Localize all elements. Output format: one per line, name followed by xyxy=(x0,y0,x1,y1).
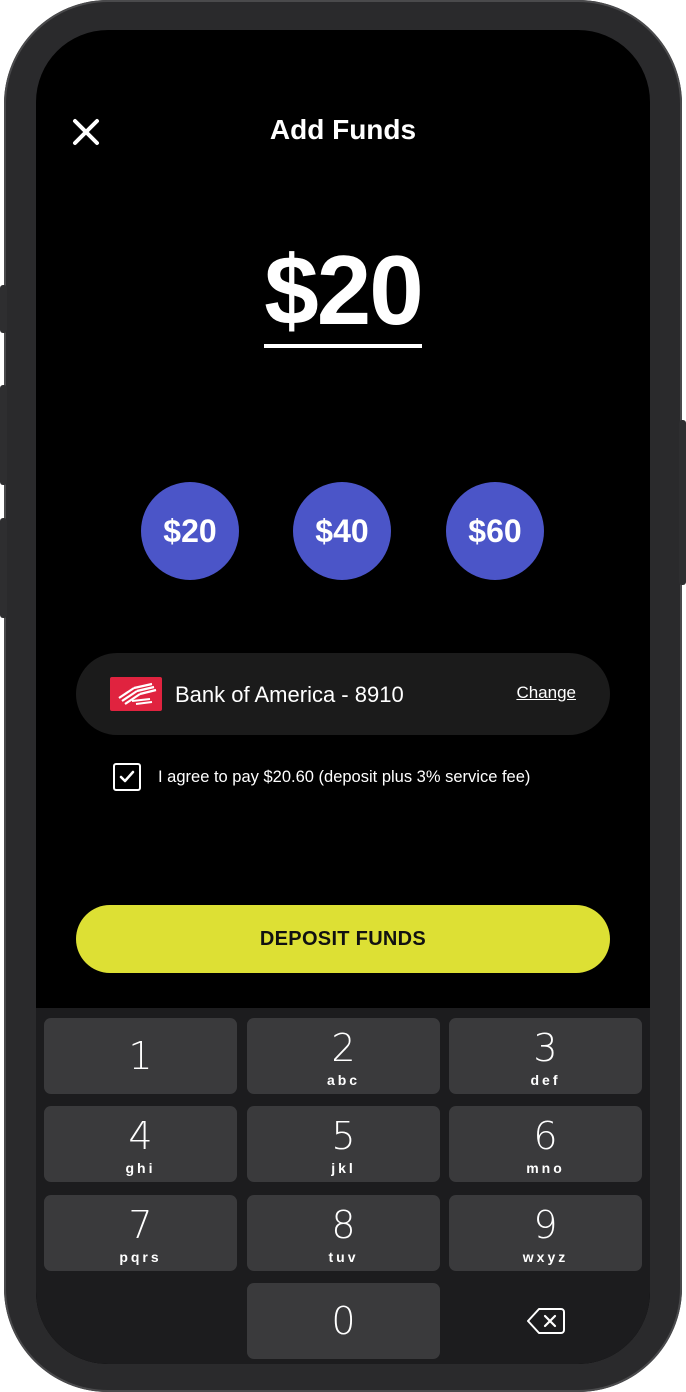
amount-display[interactable]: $20 xyxy=(36,241,650,348)
key-5[interactable]: 5 jkl xyxy=(247,1106,440,1182)
key-letters: def xyxy=(530,1072,561,1088)
preset-button-60[interactable]: $60 xyxy=(446,482,544,580)
key-letters: jkl xyxy=(331,1160,356,1176)
key-number: 1 xyxy=(128,1034,153,1078)
bank-of-america-logo xyxy=(110,677,162,711)
key-4[interactable]: 4 ghi xyxy=(44,1106,237,1182)
key-9[interactable]: 9 wxyz xyxy=(449,1195,642,1271)
key-number: 3 xyxy=(533,1026,558,1070)
key-number: 0 xyxy=(331,1299,356,1343)
page-title: Add Funds xyxy=(269,114,417,145)
preset-button-20[interactable]: $20 xyxy=(141,482,239,580)
key-number: 2 xyxy=(331,1026,356,1070)
app-screen: Add Funds $20 $20 $40 $60 Bank of Americ… xyxy=(36,30,650,1364)
checkmark-icon xyxy=(119,770,135,783)
agreement-text: I agree to pay $20.60 (deposit plus 3% s… xyxy=(158,768,531,786)
payment-method-row[interactable]: Bank of America - 8910 Change xyxy=(76,653,610,735)
delete-key[interactable] xyxy=(449,1283,642,1359)
key-number: 8 xyxy=(331,1203,356,1247)
side-button xyxy=(0,518,7,618)
key-letters: wxyz xyxy=(522,1249,569,1265)
key-8[interactable]: 8 tuv xyxy=(247,1195,440,1271)
key-letters: abc xyxy=(326,1072,361,1088)
key-letters: mno xyxy=(526,1160,565,1176)
preset-button-40[interactable]: $40 xyxy=(293,482,391,580)
side-button xyxy=(0,285,7,333)
key-number: 9 xyxy=(533,1203,558,1247)
key-number: 4 xyxy=(128,1114,153,1158)
key-number: 7 xyxy=(128,1203,153,1247)
bank-name: Bank of America - 8910 xyxy=(175,682,404,707)
deposit-funds-button[interactable]: DEPOSIT FUNDS xyxy=(76,905,610,973)
key-0[interactable]: 0 xyxy=(247,1283,440,1359)
key-1[interactable]: 1 xyxy=(44,1018,237,1094)
amount-value: $20 xyxy=(264,241,424,348)
key-number: 5 xyxy=(331,1114,356,1158)
agreement-checkbox[interactable] xyxy=(113,763,141,791)
side-button xyxy=(0,385,7,485)
key-letters: tuv xyxy=(328,1249,359,1265)
key-letters: pqrs xyxy=(119,1249,162,1265)
key-6[interactable]: 6 mno xyxy=(449,1106,642,1182)
backspace-icon xyxy=(526,1308,565,1334)
key-7[interactable]: 7 pqrs xyxy=(44,1195,237,1271)
change-payment-link[interactable]: Change xyxy=(516,683,576,703)
key-2[interactable]: 2 abc xyxy=(247,1018,440,1094)
key-3[interactable]: 3 def xyxy=(449,1018,642,1094)
numeric-keypad: 1 2 abc 3 def 4 ghi 5 jkl 6 mno 7 pqrs 8… xyxy=(36,1008,650,1364)
key-number: 6 xyxy=(533,1114,558,1158)
key-letters: ghi xyxy=(125,1160,156,1176)
side-button xyxy=(679,420,686,585)
